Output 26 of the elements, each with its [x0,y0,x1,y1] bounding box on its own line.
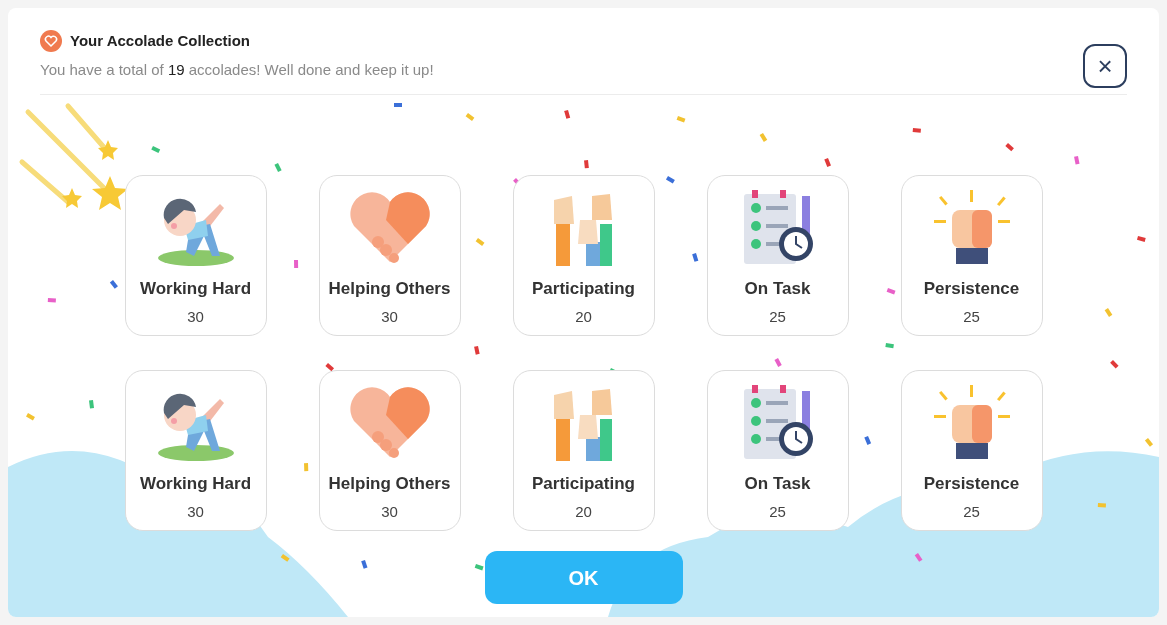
handshake-heart-icon [347,385,432,461]
accolade-count: 25 [963,501,980,522]
handshake-heart-icon [347,190,432,266]
accolade-count: 30 [381,501,398,522]
accolade-name: Participating [532,278,635,300]
accolade-count: 25 [769,306,786,327]
accolade-name: Participating [532,473,635,495]
accolade-count: 25 [769,501,786,522]
accolade-count: 20 [575,306,592,327]
accolade-name: Persistence [923,473,1020,495]
accolade-name: On Task [744,278,811,300]
accolade-name: Helping Others [328,278,451,300]
accolade-count: 30 [381,306,398,327]
accolade-name: On Task [744,473,811,495]
accolade-count: 20 [575,501,592,522]
accolade-count: 30 [187,501,204,522]
accolade-name: Working Hard [139,278,252,300]
heart-badge-icon [40,30,62,53]
accolade-name: Persistence [923,278,1020,300]
dialog-title: Your Accolade Collection [70,31,251,51]
dialog-subtitle: You have a total of 19 accolades! Well done and keep it up! [40,59,434,80]
accolade-count: 25 [963,306,980,327]
accolade-name: Working Hard [139,473,252,495]
accolade-name: Helping Others [328,473,451,495]
close-button[interactable]: × [1083,44,1127,88]
accolade-count: 30 [187,306,204,327]
